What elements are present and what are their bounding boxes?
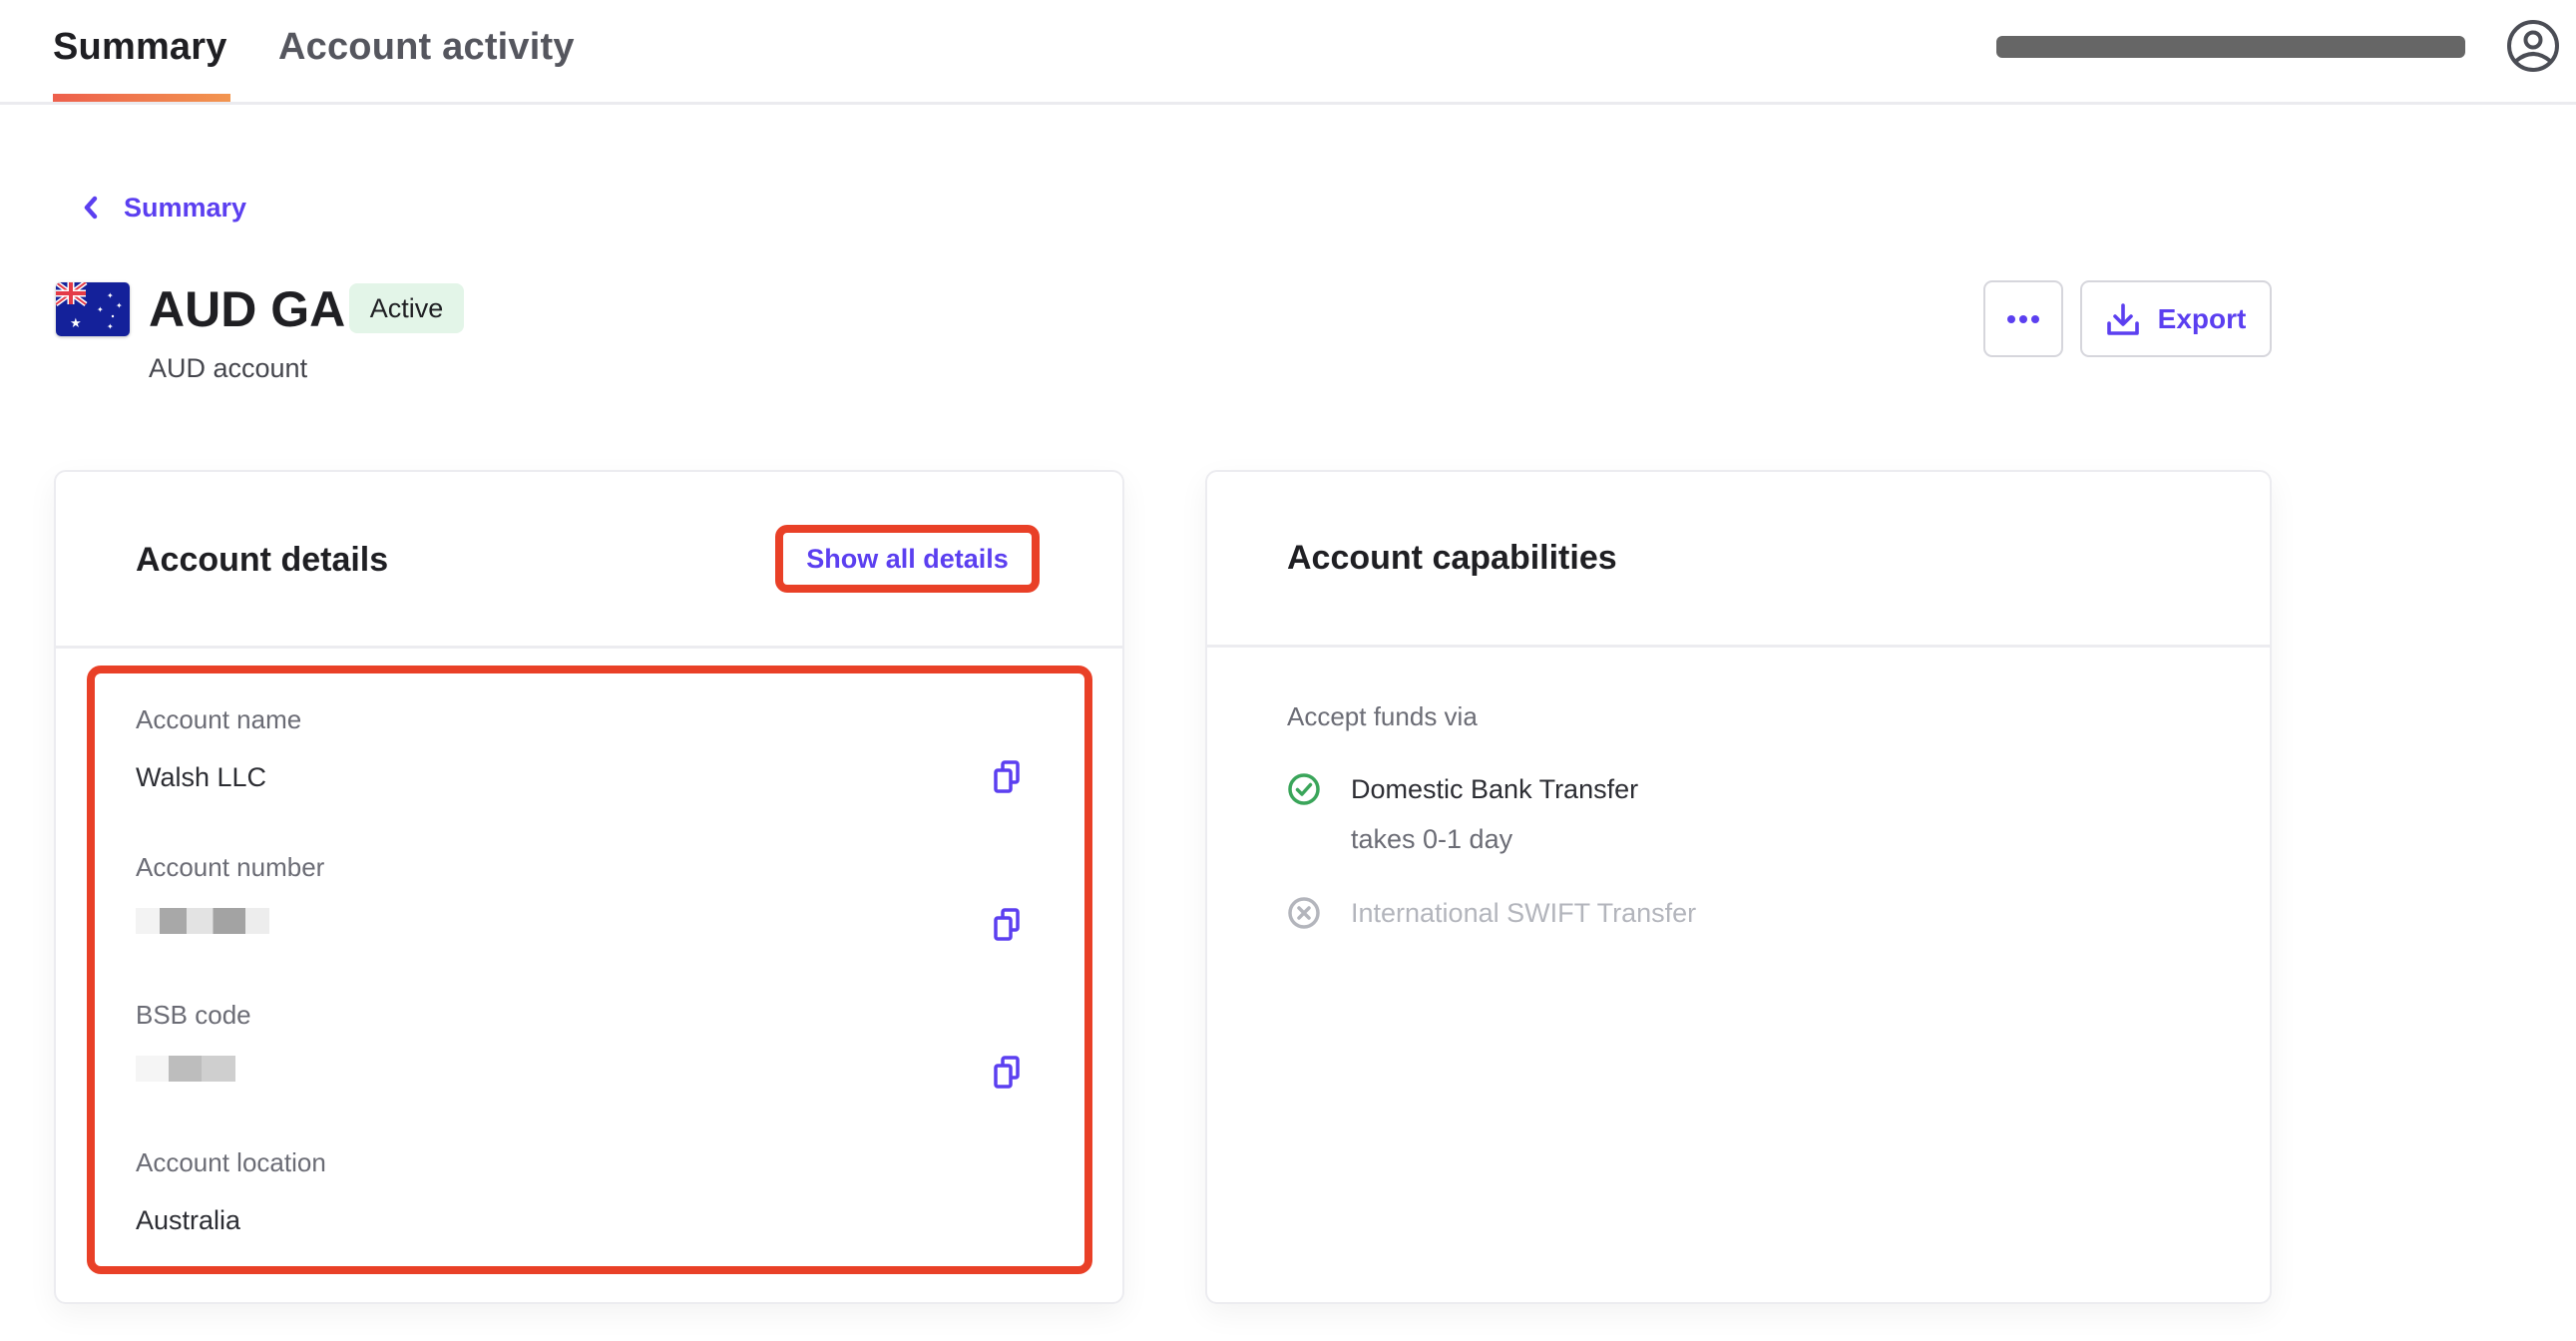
- svg-text:✦: ✦: [97, 305, 104, 314]
- svg-text:✦: ✦: [116, 301, 123, 310]
- export-label: Export: [2157, 302, 2247, 334]
- export-button[interactable]: Export: [2080, 280, 2272, 357]
- accept-funds-label: Accept funds via: [1287, 701, 1478, 731]
- check-circle-icon: [1288, 773, 1320, 805]
- card-header-divider: [56, 646, 1122, 649]
- field-value-account-location: Australia: [136, 1205, 241, 1235]
- capability-domestic-bank-transfer: Domestic Bank Transfer: [1351, 774, 1639, 804]
- field-value-account-number: [136, 907, 269, 943]
- status-badge: Active: [349, 283, 464, 333]
- copy-icon[interactable]: [988, 757, 1028, 797]
- field-value-bsb-code: [136, 1055, 235, 1091]
- capability-domestic-note: takes 0-1 day: [1351, 824, 1513, 854]
- copy-icon[interactable]: [988, 905, 1028, 945]
- account-subtitle: AUD account: [149, 353, 308, 383]
- chevron-left-icon: [84, 196, 98, 220]
- x-circle-icon: [1288, 897, 1320, 929]
- field-label-bsb-code: BSB code: [136, 1000, 251, 1030]
- redacted-account-number: [136, 908, 269, 934]
- svg-text:★: ★: [70, 316, 82, 331]
- annotation-highlight-box: [87, 666, 1092, 1274]
- account-capabilities-card: Account capabilities Accept funds via Do…: [1205, 470, 2272, 1304]
- user-circle-icon[interactable]: [2506, 19, 2560, 73]
- account-capabilities-title: Account capabilities: [1287, 539, 1617, 577]
- tab-summary[interactable]: Summary: [53, 20, 227, 74]
- account-details-title: Account details: [136, 541, 389, 579]
- top-nav: Summary Account activity [redacted email…: [0, 0, 2576, 105]
- svg-text:✦: ✦: [107, 291, 114, 300]
- field-value-account-name: Walsh LLC: [136, 762, 267, 792]
- copy-icon[interactable]: [988, 1053, 1028, 1093]
- account-details-card: Account details Show all details Account…: [54, 470, 1124, 1304]
- tab-account-activity[interactable]: Account activity: [278, 20, 575, 74]
- more-actions-button[interactable]: [1983, 280, 2063, 357]
- breadcrumb-back-link[interactable]: Summary: [80, 188, 246, 227]
- active-tab-indicator: [53, 94, 230, 102]
- account-title: AUD GA: [149, 281, 346, 337]
- card-header-divider: [1207, 645, 2270, 648]
- field-label-account-name: Account name: [136, 704, 302, 734]
- show-all-details-button[interactable]: Show all details: [775, 525, 1040, 593]
- more-horizontal-icon: [2007, 314, 2039, 323]
- redacted-bsb-code: [136, 1056, 235, 1082]
- show-all-details-label: Show all details: [806, 543, 1009, 574]
- field-label-account-location: Account location: [136, 1147, 326, 1177]
- user-email: [redacted email]: [2005, 42, 2454, 60]
- breadcrumb-label: Summary: [124, 192, 247, 223]
- capability-international-swift-transfer: International SWIFT Transfer: [1351, 898, 1697, 928]
- australia-flag-icon: ★ ✦ ✦ ✦ ✦: [56, 282, 130, 336]
- svg-text:✦: ✦: [107, 322, 114, 331]
- field-label-account-number: Account number: [136, 852, 325, 882]
- download-icon: [2106, 302, 2139, 335]
